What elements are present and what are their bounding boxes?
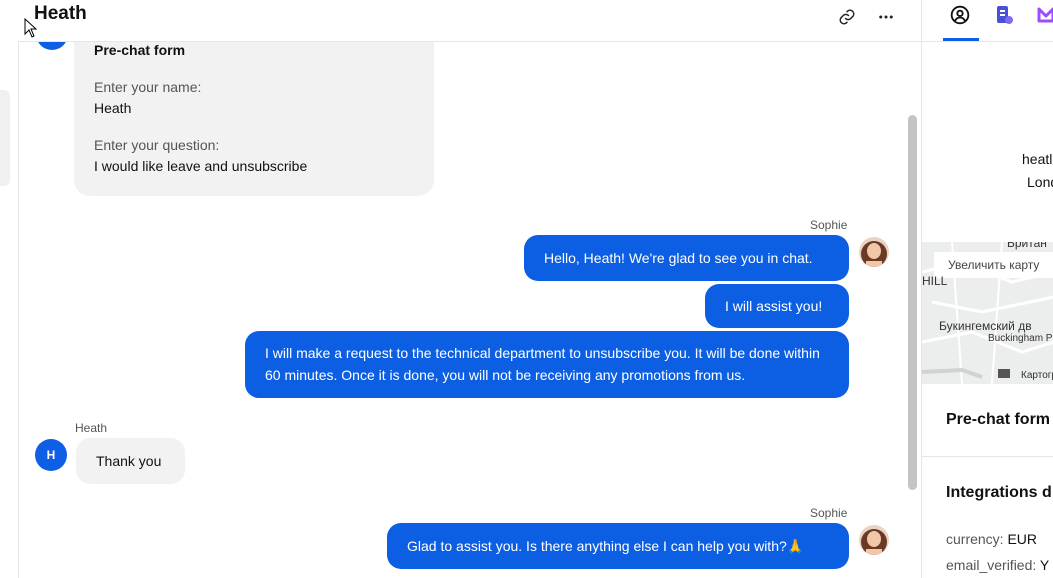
more-horizontal-icon[interactable] <box>875 6 897 28</box>
map-label: Buckingham P <box>988 333 1053 344</box>
chat-header: Heath <box>18 0 921 42</box>
mouse-cursor-icon <box>24 17 38 43</box>
integration-row: email_verified: Y <box>946 557 1049 573</box>
contact-email: heatl <box>1022 151 1053 167</box>
divider <box>922 456 1053 457</box>
message-text: Hello, Heath! We're glad to see you in c… <box>544 250 813 266</box>
message-bubble: I will assist you! <box>705 284 849 328</box>
message-bubble: Hello, Heath! We're glad to see you in c… <box>524 235 849 281</box>
integration-row: currency: EUR <box>946 531 1037 547</box>
message-text: Glad to assist you. Is there anything el… <box>407 538 805 554</box>
message-bubble: Glad to assist you. Is there anything el… <box>387 523 849 569</box>
user-avatar: H <box>35 439 67 471</box>
prechat-form-card: Pre-chat form Enter your name: Heath Ent… <box>74 42 434 196</box>
contact-location: Lond <box>1027 174 1053 190</box>
chat-title: Heath <box>34 3 87 24</box>
question-value: I would like leave and unsubscribe <box>94 158 308 174</box>
section-title-prechat[interactable]: Pre-chat form <box>946 411 1050 429</box>
purple-app-icon[interactable] <box>1035 4 1053 26</box>
location-map[interactable]: Британ Увеличить карту HILL Букингемский… <box>922 242 1053 384</box>
integration-key: email_verified: <box>946 557 1037 573</box>
map-label: Британ <box>1007 242 1047 250</box>
message-text: I will make a request to the technical d… <box>265 345 820 383</box>
message-bubble: Thank you <box>76 438 185 484</box>
sender-name: Sophie <box>810 218 848 232</box>
user-circle-icon[interactable] <box>949 4 971 26</box>
form-title: Pre-chat form <box>94 42 186 58</box>
question-label: Enter your question: <box>94 137 220 153</box>
name-label: Enter your name: <box>94 79 202 95</box>
map-label: HILL <box>922 274 948 288</box>
map-label: Букингемский дв <box>939 319 1032 333</box>
scrollbar[interactable] <box>908 115 917 490</box>
map-label: Картогр <box>1021 370 1053 381</box>
message-text: I will assist you! <box>725 298 823 314</box>
agent-avatar <box>859 237 889 267</box>
chat-panel: Pre-chat form Enter your name: Heath Ent… <box>0 0 921 578</box>
message-bubble: I will make a request to the technical d… <box>245 331 849 398</box>
link-icon[interactable] <box>836 6 858 28</box>
integration-value: EUR <box>1007 531 1038 547</box>
contact-card-icon[interactable] <box>993 4 1015 26</box>
sender-name: Heath <box>75 421 108 435</box>
left-sidebar-edge <box>0 90 10 186</box>
sender-name: Sophie <box>810 506 848 520</box>
name-value: Heath <box>94 100 132 116</box>
message-text: Thank you <box>96 453 162 469</box>
integration-value: Y <box>1039 557 1050 573</box>
integration-key: currency: <box>946 531 1004 547</box>
map-zoom-button[interactable]: Увеличить карту <box>934 252 1053 278</box>
divider <box>922 41 1053 42</box>
divider <box>18 42 19 578</box>
agent-avatar <box>859 525 889 555</box>
section-title-integrations[interactable]: Integrations d <box>946 484 1052 502</box>
right-panel: heatl Lond Британ Увеличить карту HILL Б… <box>921 0 1053 578</box>
